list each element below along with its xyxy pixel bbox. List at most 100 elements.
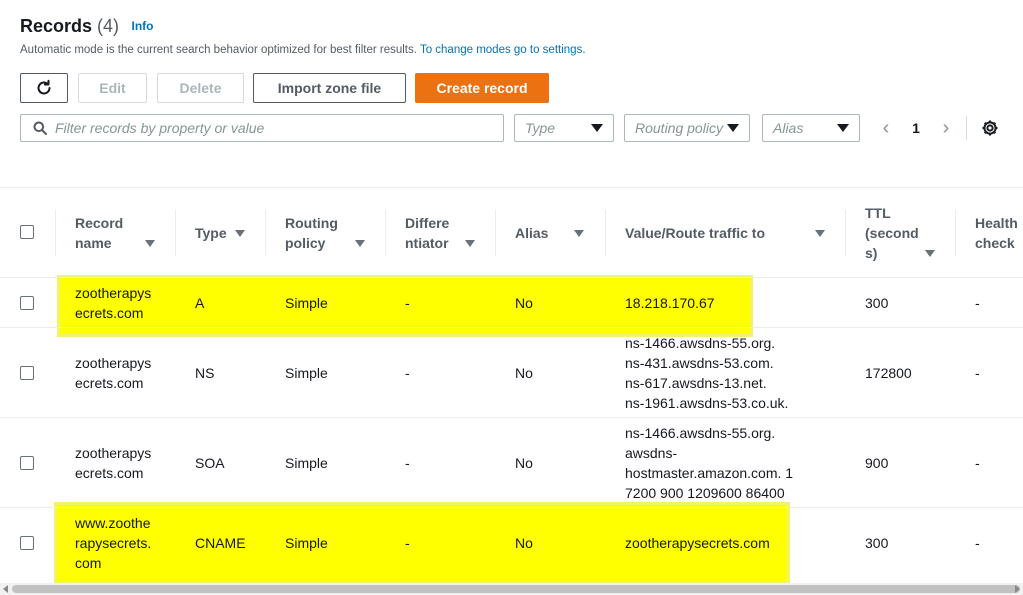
column-divider bbox=[495, 210, 496, 256]
routing-policy: Simple bbox=[285, 365, 328, 381]
health-check: - bbox=[975, 455, 980, 471]
scroll-right-icon[interactable] bbox=[1015, 585, 1020, 593]
record-name[interactable]: zootherapys ecrets.com bbox=[75, 283, 151, 323]
info-link[interactable]: Info bbox=[132, 19, 154, 33]
sort-icon[interactable] bbox=[815, 230, 825, 237]
table-row[interactable]: zootherapys ecrets.com A Simple - No 18.2… bbox=[0, 278, 1023, 328]
create-record-button[interactable]: Create record bbox=[415, 73, 549, 103]
header-text: policy bbox=[285, 235, 326, 251]
record-name[interactable]: www.zoothe rapysecrets. com bbox=[75, 513, 151, 573]
sort-icon[interactable] bbox=[145, 240, 155, 247]
table-row[interactable]: zootherapys ecrets.com SOA Simple - No ns… bbox=[0, 418, 1023, 508]
column-divider bbox=[845, 210, 846, 256]
type-filter-placeholder: Type bbox=[525, 120, 556, 136]
sort-icon[interactable] bbox=[465, 240, 475, 247]
header-text: Record bbox=[75, 215, 124, 231]
scrollbar-thumb[interactable] bbox=[12, 585, 1020, 593]
column-header-ttl[interactable]: TTL (second s) bbox=[865, 188, 919, 278]
sort-icon[interactable] bbox=[355, 240, 365, 247]
differentiator: - bbox=[405, 365, 410, 381]
record-type: A bbox=[195, 295, 205, 311]
settings-link[interactable]: To change modes go to settings. bbox=[420, 44, 586, 56]
caret-down-icon bbox=[837, 124, 849, 132]
table-row[interactable]: www.zoothe rapysecrets. com CNAME Simple -… bbox=[0, 508, 1023, 583]
type-filter-select[interactable]: Type bbox=[514, 114, 614, 142]
pagination: ‹ 1 › bbox=[875, 114, 957, 142]
header-text: ntiator bbox=[405, 235, 449, 251]
sort-icon[interactable] bbox=[574, 230, 584, 237]
alias: No bbox=[515, 455, 533, 471]
record-name[interactable]: zootherapys ecrets.com bbox=[75, 353, 151, 393]
header-text: Alias bbox=[515, 225, 549, 241]
column-header-routing-policy[interactable]: Routing policy bbox=[285, 188, 338, 278]
sort-icon[interactable] bbox=[235, 230, 245, 237]
row-checkbox[interactable] bbox=[20, 296, 34, 310]
health-check: - bbox=[975, 295, 980, 311]
horizontal-scrollbar[interactable] bbox=[0, 583, 1023, 595]
row-checkbox[interactable] bbox=[20, 536, 34, 550]
edit-button[interactable]: Edit bbox=[78, 73, 147, 103]
routing-policy: Simple bbox=[285, 295, 328, 311]
differentiator: - bbox=[405, 535, 410, 551]
column-divider bbox=[265, 210, 266, 256]
health-check: - bbox=[975, 535, 980, 551]
column-divider bbox=[55, 210, 56, 256]
search-box[interactable] bbox=[20, 114, 504, 142]
record-type: SOA bbox=[195, 455, 225, 471]
header-text: Routing bbox=[285, 215, 338, 231]
search-input[interactable] bbox=[55, 120, 485, 136]
alias-filter-placeholder: Alias bbox=[773, 120, 804, 136]
search-mode-description: Automatic mode is the current search beh… bbox=[20, 44, 586, 56]
routing-policy-filter-select[interactable]: Routing policy bbox=[624, 114, 750, 142]
column-header-value[interactable]: Value/Route traffic to bbox=[625, 188, 765, 278]
select-all-checkbox[interactable] bbox=[20, 225, 34, 239]
alias: No bbox=[515, 295, 533, 311]
previous-page-icon[interactable]: ‹ bbox=[875, 117, 897, 140]
delete-button[interactable]: Delete bbox=[157, 73, 244, 103]
refresh-button[interactable] bbox=[20, 73, 68, 103]
record-value: 18.218.170.67 bbox=[625, 295, 715, 311]
record-count: (4) bbox=[97, 16, 120, 36]
record-value: zootherapysecrets.com bbox=[625, 535, 770, 551]
column-header-differentiator[interactable]: Differe ntiator bbox=[405, 188, 449, 278]
table-row[interactable]: zootherapys ecrets.com NS Simple - No ns-… bbox=[0, 328, 1023, 418]
column-divider bbox=[605, 210, 606, 256]
refresh-icon bbox=[37, 79, 51, 95]
ttl: 300 bbox=[865, 535, 889, 551]
page-title: Records (4) bbox=[20, 16, 119, 36]
records-table: Record name Type Routing policy Differe nti… bbox=[0, 187, 1023, 583]
header-text: name bbox=[75, 235, 112, 251]
record-type: NS bbox=[195, 365, 215, 381]
differentiator: - bbox=[405, 455, 410, 471]
scroll-left-icon[interactable] bbox=[3, 585, 8, 593]
column-header-type[interactable]: Type bbox=[195, 188, 227, 278]
caret-down-icon bbox=[591, 124, 603, 132]
header-text: (second bbox=[865, 225, 919, 241]
row-checkbox[interactable] bbox=[20, 366, 34, 380]
header-text: Health bbox=[975, 215, 1018, 231]
row-checkbox[interactable] bbox=[20, 456, 34, 470]
ttl: 300 bbox=[865, 295, 889, 311]
next-page-icon[interactable]: › bbox=[935, 117, 957, 140]
record-name[interactable]: zootherapys ecrets.com bbox=[75, 443, 151, 483]
divider bbox=[966, 116, 967, 140]
column-header-health-check[interactable]: Health check bbox=[975, 188, 1018, 278]
current-page-number[interactable]: 1 bbox=[897, 120, 935, 136]
import-zone-file-button[interactable]: Import zone file bbox=[253, 73, 406, 103]
ttl: 900 bbox=[865, 455, 889, 471]
column-header-alias[interactable]: Alias bbox=[515, 188, 548, 278]
column-header-record-name[interactable]: Record name bbox=[75, 188, 123, 278]
header-text: check bbox=[975, 235, 1015, 251]
search-icon bbox=[33, 121, 47, 135]
health-check: - bbox=[975, 365, 980, 381]
column-divider bbox=[385, 210, 386, 256]
header-text: TTL bbox=[865, 205, 891, 221]
sort-icon[interactable] bbox=[925, 250, 935, 257]
column-divider bbox=[955, 210, 956, 256]
record-value: ns-1466.awsdns-55.org. ns-431.awsdns-53.c… bbox=[625, 335, 789, 411]
alias: No bbox=[515, 535, 533, 551]
records-header: Records (4) Info bbox=[20, 16, 154, 37]
alias-filter-select[interactable]: Alias bbox=[762, 114, 860, 142]
gear-icon[interactable] bbox=[981, 119, 999, 137]
caret-down-icon bbox=[727, 124, 739, 132]
